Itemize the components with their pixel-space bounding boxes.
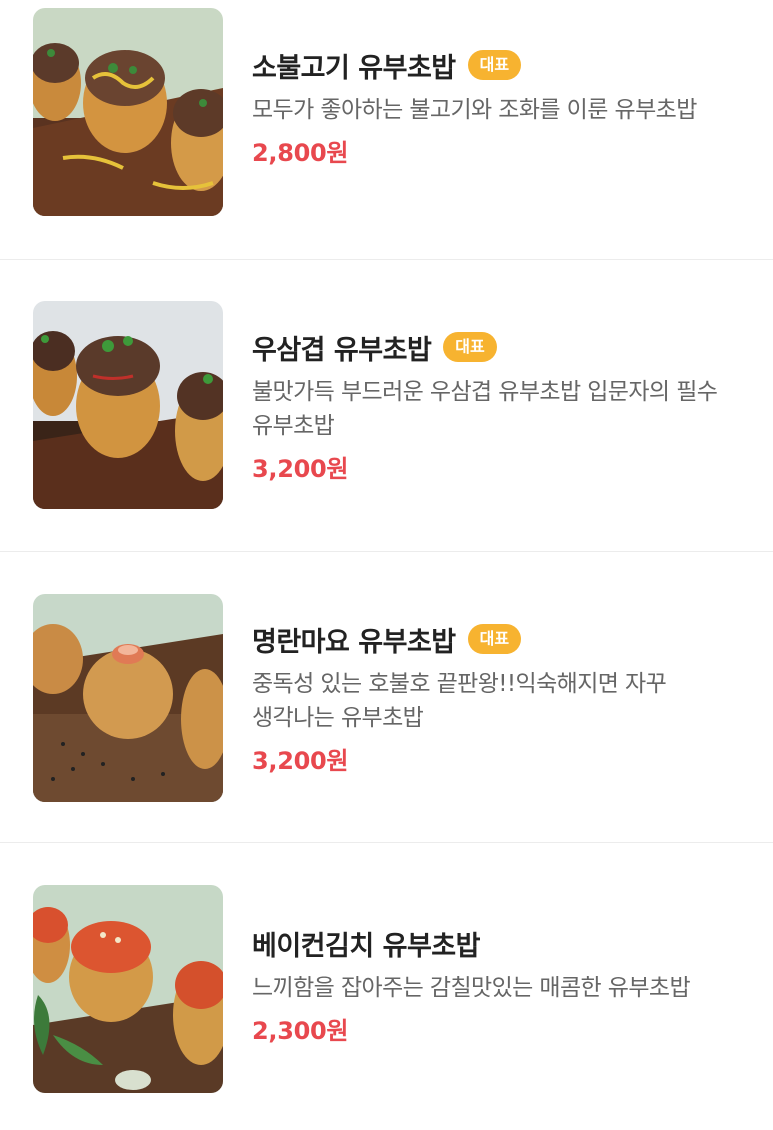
menu-item-price: 2,800원 (252, 139, 349, 167)
menu-item-title: 베이컨김치 유부초밥 (252, 930, 480, 962)
signature-badge: 대표 (467, 50, 522, 80)
menu-item-description: 모두가 좋아하는 불고기와 조화를 이룬 유부초밥 (252, 97, 697, 123)
beef-brisket-yubu-sushi-photo (33, 301, 223, 509)
menu-item-price: 2,300원 (252, 1017, 349, 1045)
menu-item-bulgogi[interactable]: 소불고기 유부초밥 대표 모두가 좋아하는 불고기와 조화를 이룬 유부초밥 2… (0, 0, 773, 260)
bacon-kimchi-yubu-sushi-photo (33, 885, 223, 1093)
menu-item-description: 느끼함을 잡아주는 감칠맛있는 매콤한 유부초밥 (252, 975, 691, 1001)
menu-item-description: 불맛가득 부드러운 우삼겹 유부초밥 입문자의 필수 유부초밥 (252, 379, 718, 439)
menu-item-pollock-roe-mayo[interactable]: 명란마요 유부초밥 대표 중독성 있는 호불호 끝판왕!!익숙해지면 자꾸 생각… (0, 552, 773, 843)
menu-item-price: 3,200원 (252, 455, 349, 483)
menu-item-bacon-kimchi[interactable]: 베이컨김치 유부초밥 느끼함을 잡아주는 감칠맛있는 매콤한 유부초밥 2,30… (0, 843, 773, 1130)
menu-item-price: 3,200원 (252, 747, 349, 775)
bulgogi-yubu-sushi-photo (33, 8, 223, 216)
signature-badge: 대표 (467, 624, 522, 654)
menu-list: 소불고기 유부초밥 대표 모두가 좋아하는 불고기와 조화를 이룬 유부초밥 2… (0, 0, 773, 1130)
menu-item-beef-brisket[interactable]: 우삼겹 유부초밥 대표 불맛가득 부드러운 우삼겹 유부초밥 입문자의 필수 유… (0, 260, 773, 552)
menu-item-title: 소불고기 유부초밥 (252, 52, 456, 84)
menu-item-description: 중독성 있는 호불호 끝판왕!!익숙해지면 자꾸 생각나는 유부초밥 (252, 671, 667, 731)
menu-item-title: 명란마요 유부초밥 (252, 626, 456, 658)
pollock-roe-mayo-yubu-sushi-photo (33, 594, 223, 802)
signature-badge: 대표 (443, 332, 497, 362)
menu-item-title: 우삼겹 유부초밥 (252, 334, 432, 366)
